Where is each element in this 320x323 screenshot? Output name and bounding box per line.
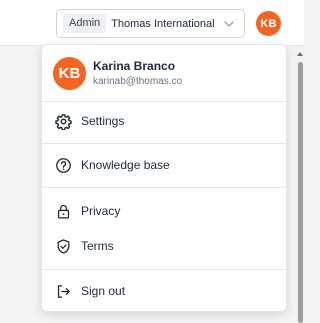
organization-select[interactable]: Admin Thomas International — [56, 9, 245, 38]
menu-item-label: Privacy — [81, 204, 121, 218]
scrollbar-thumb[interactable] — [298, 62, 303, 323]
lock-icon — [57, 204, 70, 219]
sign-out-icon — [57, 284, 70, 298]
user-info: KB Karina Branco karinab@thomas.co — [42, 45, 286, 102]
menu-item-terms[interactable]: Terms — [42, 231, 286, 261]
chevron-down-icon — [224, 21, 234, 27]
user-menu-dropdown: KB Karina Branco karinab@thomas.co Setti… — [41, 44, 287, 312]
shield-check-icon — [57, 238, 70, 254]
menu-item-label: Knowledge base — [81, 158, 170, 172]
scroll-up-arrow-icon[interactable] — [297, 52, 303, 56]
menu-item-label: Sign out — [81, 284, 126, 298]
avatar: KB — [53, 57, 86, 90]
divider — [42, 143, 286, 144]
user-avatar-button[interactable]: KB — [256, 11, 281, 36]
menu-item-knowledge-base[interactable]: Knowledge base — [42, 150, 286, 180]
divider — [42, 101, 286, 102]
menu-item-label: Terms — [81, 239, 114, 253]
organization-name: Thomas International — [111, 17, 215, 30]
menu-item-privacy[interactable]: Privacy — [42, 196, 286, 226]
user-email: karinab@thomas.co — [93, 76, 183, 87]
gear-icon — [55, 113, 72, 130]
divider — [42, 187, 286, 188]
divider — [42, 269, 286, 270]
menu-item-sign-out[interactable]: Sign out — [42, 276, 286, 306]
question-circle-icon — [56, 157, 71, 173]
user-name: Karina Branco — [93, 59, 176, 73]
menu-item-label: Settings — [81, 114, 125, 128]
menu-item-settings[interactable]: Settings — [42, 106, 286, 136]
top-bar: Admin Thomas International KB — [0, 0, 304, 46]
role-badge: Admin — [63, 14, 107, 33]
